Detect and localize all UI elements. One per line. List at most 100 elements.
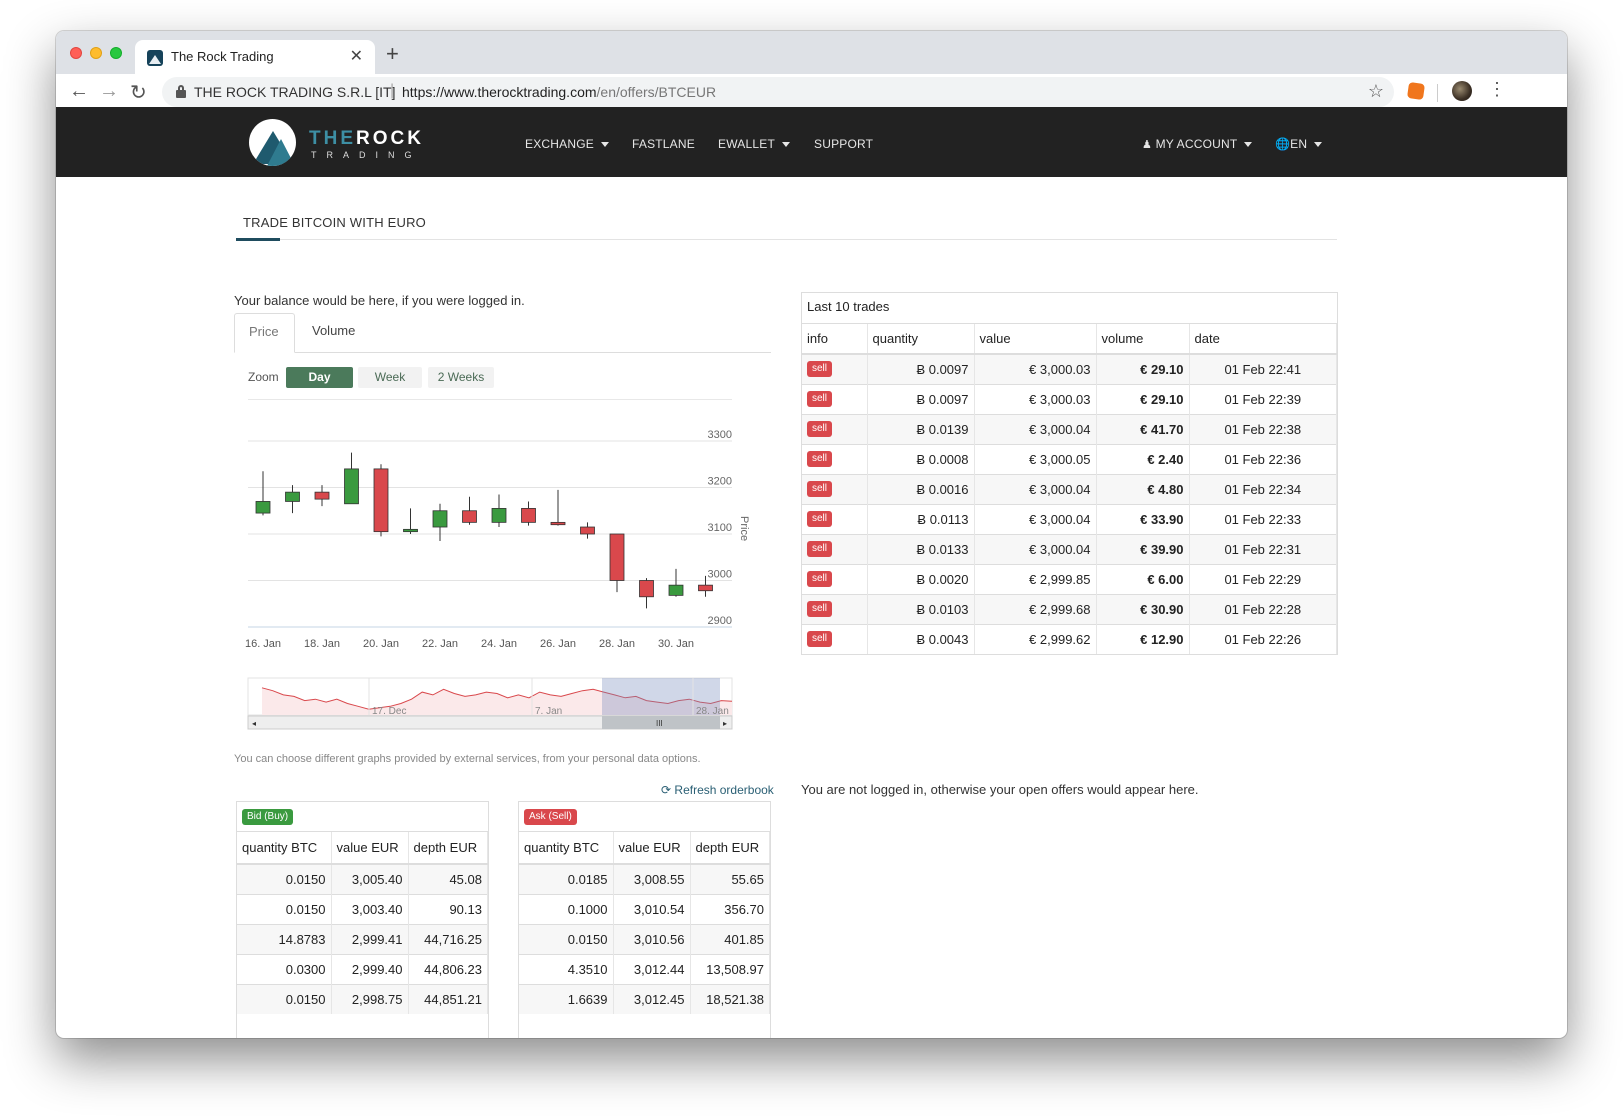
navigator-label: 17. Dec: [372, 706, 406, 717]
trade-row[interactable]: sell Ƀ 0.0103 € 2,999.68 € 30.90 01 Feb 22:2…: [802, 593, 1337, 624]
table-row[interactable]: 0.0150 3,003.40 90.13: [237, 893, 488, 924]
new-tab-button[interactable]: +: [386, 41, 399, 67]
table-cell: 44,716.25: [408, 923, 488, 954]
sell-badge: sell: [807, 631, 833, 648]
column-header[interactable]: depth EUR: [690, 832, 770, 865]
trade-row[interactable]: sell Ƀ 0.0133 € 3,000.04 € 39.90 01 Feb 22:3…: [802, 533, 1337, 564]
trades-table: info quantity value volume date sell Ƀ 0.…: [802, 324, 1337, 654]
metamask-extension-icon[interactable]: [1406, 81, 1426, 101]
bookmark-star-icon[interactable]: ☆: [1368, 81, 1384, 102]
table-cell: 18,521.38: [690, 983, 770, 1014]
trade-cell: € 2,999.62: [974, 623, 1097, 654]
zoom-2weeks-button[interactable]: 2 Weeks: [428, 367, 494, 388]
table-row[interactable]: 0.0185 3,008.55 55.65: [519, 863, 770, 894]
reload-button[interactable]: ↻: [130, 80, 147, 105]
table-row[interactable]: 0.0150 2,998.75 44,851.21: [237, 983, 488, 1014]
sell-badge: sell: [807, 391, 833, 407]
table-cell: 0.0150: [519, 923, 614, 954]
trade-cell: Ƀ 0.0097: [867, 383, 975, 414]
table-row[interactable]: 1.6639 3,012.45 18,521.38: [519, 983, 770, 1014]
candle-body: [639, 580, 654, 598]
column-header[interactable]: quantity BTC: [519, 832, 614, 865]
trade-info-cell: sell: [802, 503, 868, 534]
browser-menu-icon[interactable]: ⋮: [1488, 79, 1506, 100]
table-cell: 45.08: [408, 863, 488, 894]
tab-close-icon[interactable]: ✕: [350, 46, 363, 66]
column-header[interactable]: value EUR: [331, 832, 409, 865]
trade-cell: Ƀ 0.0020: [867, 563, 975, 594]
nav-exchange[interactable]: EXCHANGE: [525, 137, 609, 151]
zoom-week-button[interactable]: Week: [358, 367, 422, 388]
x-tick-label: 28. Jan: [599, 638, 635, 650]
y-tick-label: 2900: [708, 615, 732, 627]
back-button[interactable]: ←: [69, 80, 89, 103]
page-tab-active-indicator: [236, 238, 280, 241]
trade-row[interactable]: sell Ƀ 0.0008 € 3,000.05 € 2.40 01 Feb 22:36: [802, 443, 1337, 474]
trade-row[interactable]: sell Ƀ 0.0020 € 2,999.85 € 6.00 01 Feb 22:29: [802, 563, 1337, 594]
table-cell: 0.0150: [237, 893, 332, 924]
site-logo-subtitle: TRADING: [311, 150, 422, 160]
column-header[interactable]: volume: [1096, 324, 1190, 355]
table-row[interactable]: 14.8783 2,999.41 44,716.25: [237, 923, 488, 954]
refresh-orderbook-link[interactable]: ⟳ Refresh orderbook: [661, 783, 774, 797]
column-header[interactable]: quantity: [867, 324, 975, 355]
minimize-window-button[interactable]: [90, 47, 102, 59]
navigator-area: [262, 687, 732, 715]
nav-my-account[interactable]: ♟ MY ACCOUNT: [1142, 137, 1253, 151]
url-text[interactable]: https://www.therocktrading.com/en/offers…: [402, 84, 716, 100]
table-row[interactable]: 0.0150 3,010.56 401.85: [519, 923, 770, 954]
scroll-right-icon: ▸: [723, 719, 727, 728]
table-row[interactable]: 4.3510 3,012.44 13,508.97: [519, 953, 770, 984]
candle-body: [550, 521, 566, 526]
column-header[interactable]: value: [974, 324, 1097, 355]
browser-tab[interactable]: The Rock Trading ✕: [135, 40, 375, 74]
trade-row[interactable]: sell Ƀ 0.0113 € 3,000.04 € 33.90 01 Feb 22:3…: [802, 503, 1337, 534]
candle-body: [344, 468, 359, 505]
column-header[interactable]: value EUR: [613, 832, 691, 865]
x-tick-label: 26. Jan: [540, 638, 576, 650]
site-logo-text[interactable]: THEROCK: [309, 128, 424, 150]
tab-volume[interactable]: Volume: [298, 313, 369, 353]
address-bar[interactable]: THE ROCK TRADING S.R.L [IT] | https://ww…: [162, 77, 1394, 107]
close-window-button[interactable]: [70, 47, 82, 59]
maximize-window-button[interactable]: [110, 47, 122, 59]
column-header[interactable]: quantity BTC: [237, 832, 332, 865]
trade-row[interactable]: sell Ƀ 0.0097 € 3,000.03 € 29.10 01 Feb 22:4…: [802, 353, 1337, 384]
table-row[interactable]: 0.1000 3,010.54 356.70: [519, 893, 770, 924]
trade-cell: € 12.90: [1096, 623, 1190, 654]
navigator-line: [261, 687, 733, 710]
table-cell: 0.0185: [519, 863, 614, 894]
forward-button[interactable]: →: [99, 80, 119, 103]
y-axis-label: Price: [738, 516, 750, 541]
trade-cell: € 3,000.04: [974, 473, 1097, 504]
navigator-scrollbar: [247, 715, 733, 730]
trade-info-cell: sell: [802, 383, 868, 414]
user-icon: ♟: [1142, 139, 1153, 151]
tab-price[interactable]: Price: [234, 313, 295, 353]
trade-row[interactable]: sell Ƀ 0.0139 € 3,000.04 € 41.70 01 Feb 22:3…: [802, 413, 1337, 444]
table-row[interactable]: 0.0300 2,999.40 44,806.23: [237, 953, 488, 984]
column-header[interactable]: depth EUR: [408, 832, 488, 865]
trade-row[interactable]: sell Ƀ 0.0097 € 3,000.03 € 29.10 01 Feb 22:3…: [802, 383, 1337, 414]
profile-avatar[interactable]: [1452, 81, 1472, 101]
column-header[interactable]: info: [802, 324, 868, 355]
trade-row[interactable]: sell Ƀ 0.0016 € 3,000.04 € 4.80 01 Feb 22:34: [802, 473, 1337, 504]
candle-body: [285, 491, 300, 502]
tab-title: The Rock Trading: [171, 49, 274, 64]
table-row[interactable]: 0.0150 3,005.40 45.08: [237, 863, 488, 894]
nav-support[interactable]: SUPPORT: [814, 137, 873, 151]
nav-ewallet[interactable]: EWALLET: [718, 137, 790, 151]
desktop-background: The Rock Trading ✕ + ← → ↻ THE ROCK TRAD…: [0, 0, 1623, 1117]
site-navbar: THEROCK TRADING EXCHANGE FASTLANE EWALLE…: [56, 107, 1567, 177]
column-header[interactable]: date: [1189, 324, 1337, 355]
zoom-day-button[interactable]: Day: [286, 367, 353, 388]
sell-badge: sell: [807, 511, 833, 527]
trade-cell: 01 Feb 22:41: [1189, 353, 1337, 384]
tab-trade-bitcoin-euro[interactable]: TRADE BITCOIN WITH EURO: [243, 215, 426, 230]
rock-logo-icon[interactable]: [249, 119, 296, 166]
scroll-left-icon: ◂: [252, 719, 256, 728]
graph-options-hint: You can choose different graphs provided…: [234, 753, 701, 765]
nav-fastlane[interactable]: FASTLANE: [632, 137, 695, 151]
trade-row[interactable]: sell Ƀ 0.0043 € 2,999.62 € 12.90 01 Feb 22:2…: [802, 623, 1337, 654]
nav-language[interactable]: 🌐EN: [1275, 137, 1323, 151]
